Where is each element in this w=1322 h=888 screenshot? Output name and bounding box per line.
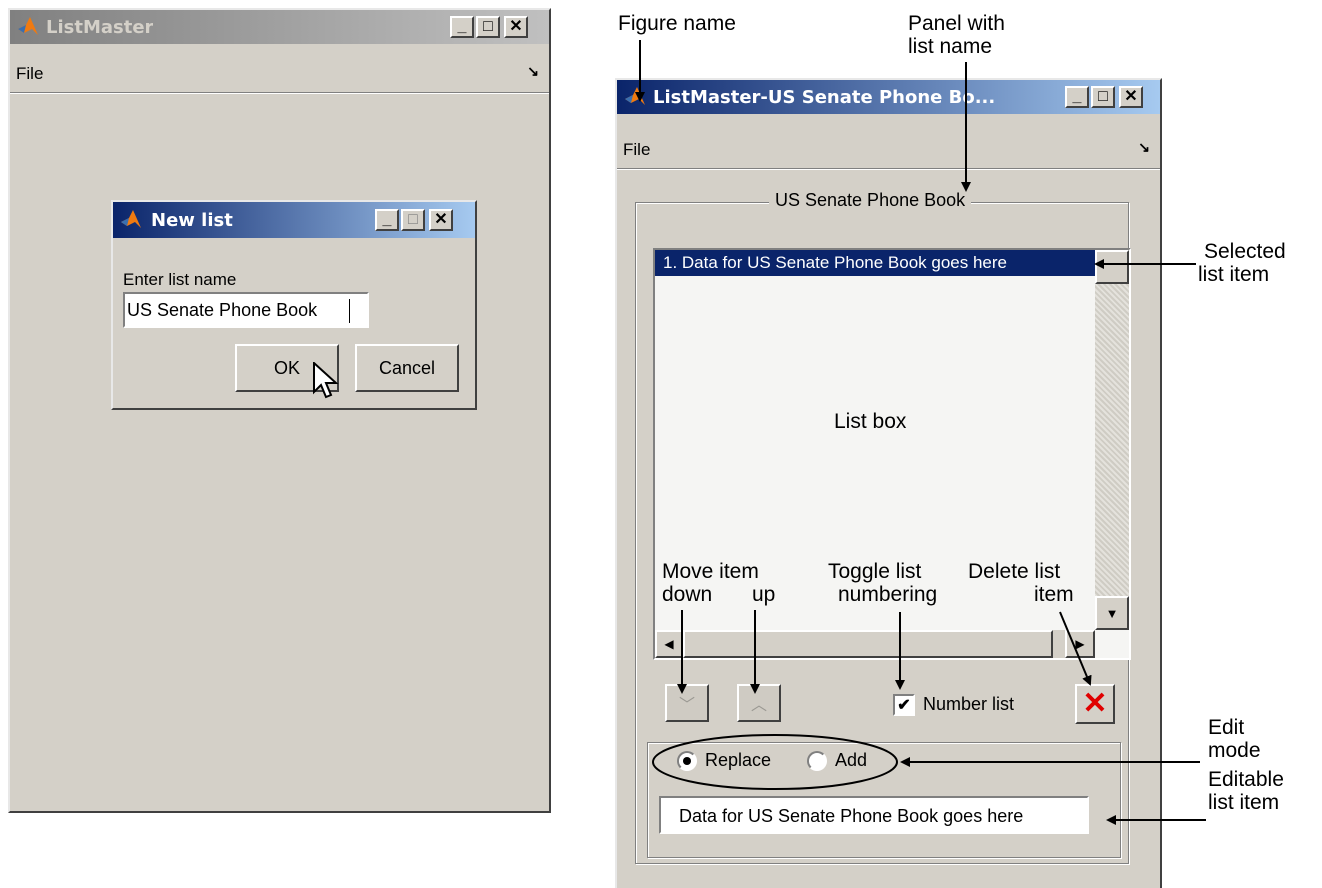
callout-arrows bbox=[635, 40, 1206, 825]
edit-mode-ellipse bbox=[652, 734, 898, 790]
delete-item-arrow bbox=[1059, 611, 1092, 686]
